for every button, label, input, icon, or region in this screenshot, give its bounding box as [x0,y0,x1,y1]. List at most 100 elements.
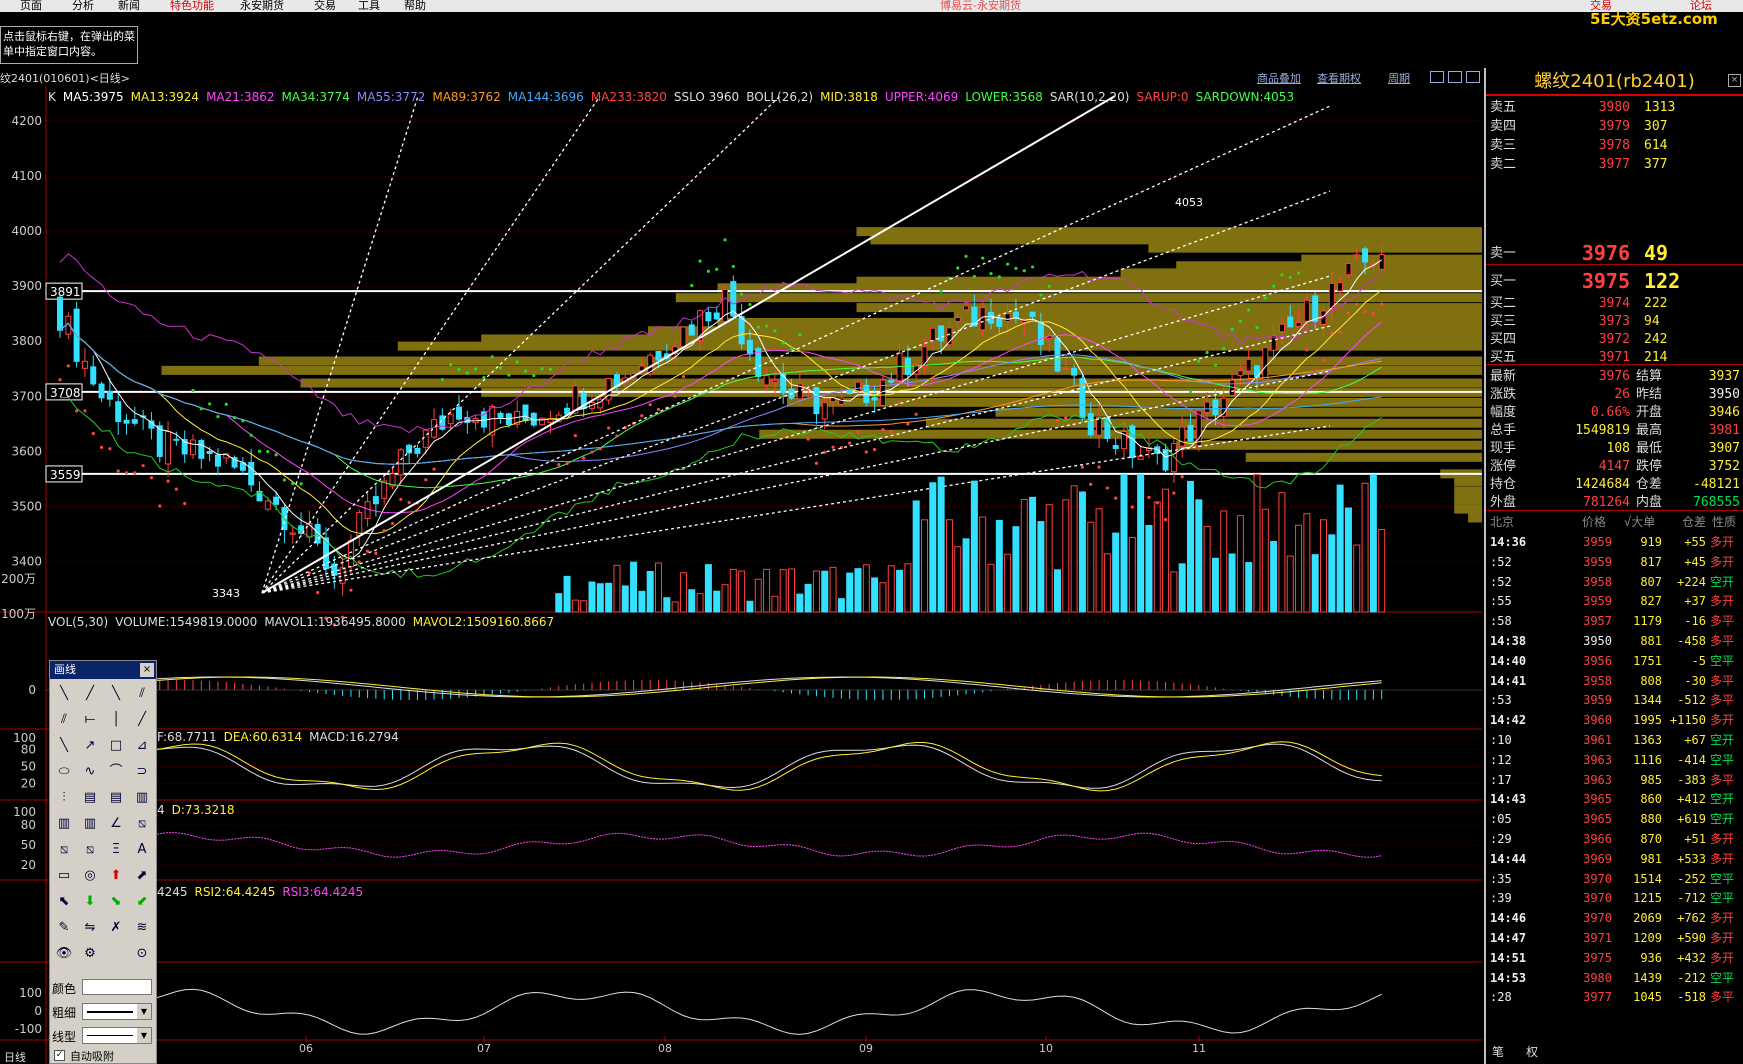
menu-item-1[interactable]: 分析 [72,0,94,12]
volume-profile-bar [1245,452,1482,462]
tile-icon[interactable] [1448,71,1462,83]
price-axis-label: 3700 [11,389,42,403]
eye-icon[interactable]: 👁 [53,943,75,965]
down-arrow-icon[interactable]: ⬇ [79,891,101,913]
stat-value: 26 [1614,387,1630,402]
sar-dot [1105,486,1109,490]
blank-icon[interactable] [105,943,127,965]
golden-ratio-icon[interactable]: ▤ [79,787,101,809]
down-right-arrow-icon[interactable]: ⬊ [105,891,127,913]
tick-volume: 936 [1640,950,1662,965]
close-icon[interactable]: × [1728,74,1741,87]
tab-trades[interactable]: 笔 [1492,1043,1518,1063]
volume-profile-bar [675,293,1482,303]
menu-item-5[interactable]: 交易 [314,0,336,12]
tick-price: 3963 [1583,772,1612,787]
triangle-icon[interactable]: ⊿ [131,735,153,757]
sar-dot [565,461,569,466]
up-right-arrow-icon[interactable]: ⬈ [131,865,153,887]
up-left-arrow-icon[interactable]: ⬉ [53,891,75,913]
parallel-icon[interactable]: ⫽ [131,683,153,705]
hide-icon[interactable]: ≋ [131,917,153,939]
tab-rights[interactable]: 权 [1526,1043,1552,1063]
pen-icon[interactable]: ✎ [53,917,75,939]
period-icon[interactable]: ▥ [131,787,153,809]
volume-bar [729,568,737,613]
text-icon[interactable]: A [131,839,153,861]
candle-body [522,404,529,422]
angle-line-icon[interactable]: ╲ [105,683,127,705]
tick-price: 3956 [1583,653,1612,668]
gann-box-icon[interactable]: ⧅ [53,839,75,861]
horizontal-ray-icon[interactable]: ⟝ [79,709,101,731]
rectangle-icon[interactable]: □ [105,735,127,757]
width-select[interactable]: ▼ [82,1003,152,1020]
high-annotation: 4053 [1175,196,1203,209]
gann-fan-icon[interactable]: ⧅ [131,813,153,835]
volume-bar [921,519,928,613]
channel-icon[interactable]: ⫽ [53,709,75,731]
menu-item-3[interactable]: 特色功能 [170,0,214,12]
ellipse-icon[interactable]: ⬭ [53,761,75,783]
sar-dot [1205,350,1209,355]
magnet-icon[interactable]: ⊙ [131,943,153,965]
volume-bar [1029,496,1037,613]
tick-nature: 多平 [1710,693,1735,708]
stat-value: 3981 [1708,423,1740,438]
delete-icon[interactable]: ✗ [105,917,127,939]
menu-item-4[interactable]: 永安期货 [240,0,284,12]
menu-item-6[interactable]: 工具 [358,0,380,12]
menu-item-7[interactable]: 帮助 [404,0,426,12]
gear-icon[interactable]: ⚙ [79,943,101,965]
sar-dot [648,403,652,407]
levels-icon[interactable]: Ξ [105,839,127,861]
line-segment-icon[interactable]: ╲ [53,683,75,705]
chart-area[interactable]: 4200410040003900380037003600350034003891… [0,86,1484,1064]
fib-icon[interactable]: ⫶ [53,787,75,809]
tag-icon[interactable]: ▭ [53,865,75,887]
target-icon[interactable]: ◎ [79,865,101,887]
arc-icon[interactable]: ⌒ [105,761,127,783]
volume-bar [912,500,920,613]
kdj_legend-item: 4 [157,803,165,817]
wave-icon[interactable]: ∿ [79,761,101,783]
maximize-icon[interactable] [1466,71,1480,83]
diag-line-icon[interactable]: ╲ [53,735,75,757]
link-period[interactable]: 周期 [1388,70,1410,86]
tick-volume: 881 [1640,634,1662,648]
style-select[interactable]: ▼ [82,1027,152,1044]
ray-icon[interactable]: ╱ [79,683,101,705]
candle-body [771,379,778,384]
volume-bar [1103,553,1111,613]
candle-body [846,389,853,395]
sar-dot [1030,265,1035,269]
restore-icon[interactable] [1430,71,1444,83]
semicircle-icon[interactable]: ⊃ [131,761,153,783]
down-left-arrow-icon[interactable]: ⬋ [131,891,153,913]
cycle-icon[interactable]: ▥ [53,813,75,835]
bar-icon[interactable]: ▥ [79,813,101,835]
fib-fan-icon[interactable]: ▤ [105,787,127,809]
color-picker[interactable] [82,979,152,995]
candle-body [306,522,313,538]
close-icon[interactable]: × [140,663,154,677]
link-view-options[interactable]: 查看期权 [1317,70,1361,86]
link-commodity-overlay[interactable]: 商品叠加 [1257,70,1301,86]
sar-dot [590,450,594,454]
arrow-line-icon[interactable]: ↗ [79,735,101,757]
speed-lines-icon[interactable]: ⧅ [79,839,101,861]
price-axis-label: 3800 [11,334,42,348]
stat-value: 4147 [1598,459,1630,474]
bid-label: 买二 [1490,296,1517,311]
menu-item-0[interactable]: 页面 [20,0,42,12]
trend-line-icon[interactable]: ╱ [131,709,153,731]
price-axis-label: 3900 [11,279,42,293]
vertical-line-icon[interactable]: │ [105,709,127,731]
swap-icon[interactable]: ⇋ [79,917,101,939]
menu-item-2[interactable]: 新闻 [118,0,140,12]
gann-angle-icon[interactable]: ∠ [105,813,127,835]
candle-body [1245,358,1252,372]
up-arrow-icon[interactable]: ⬆ [105,865,127,887]
auto-snap-checkbox[interactable]: ✓ [54,1050,65,1061]
volume-bar [771,595,779,613]
